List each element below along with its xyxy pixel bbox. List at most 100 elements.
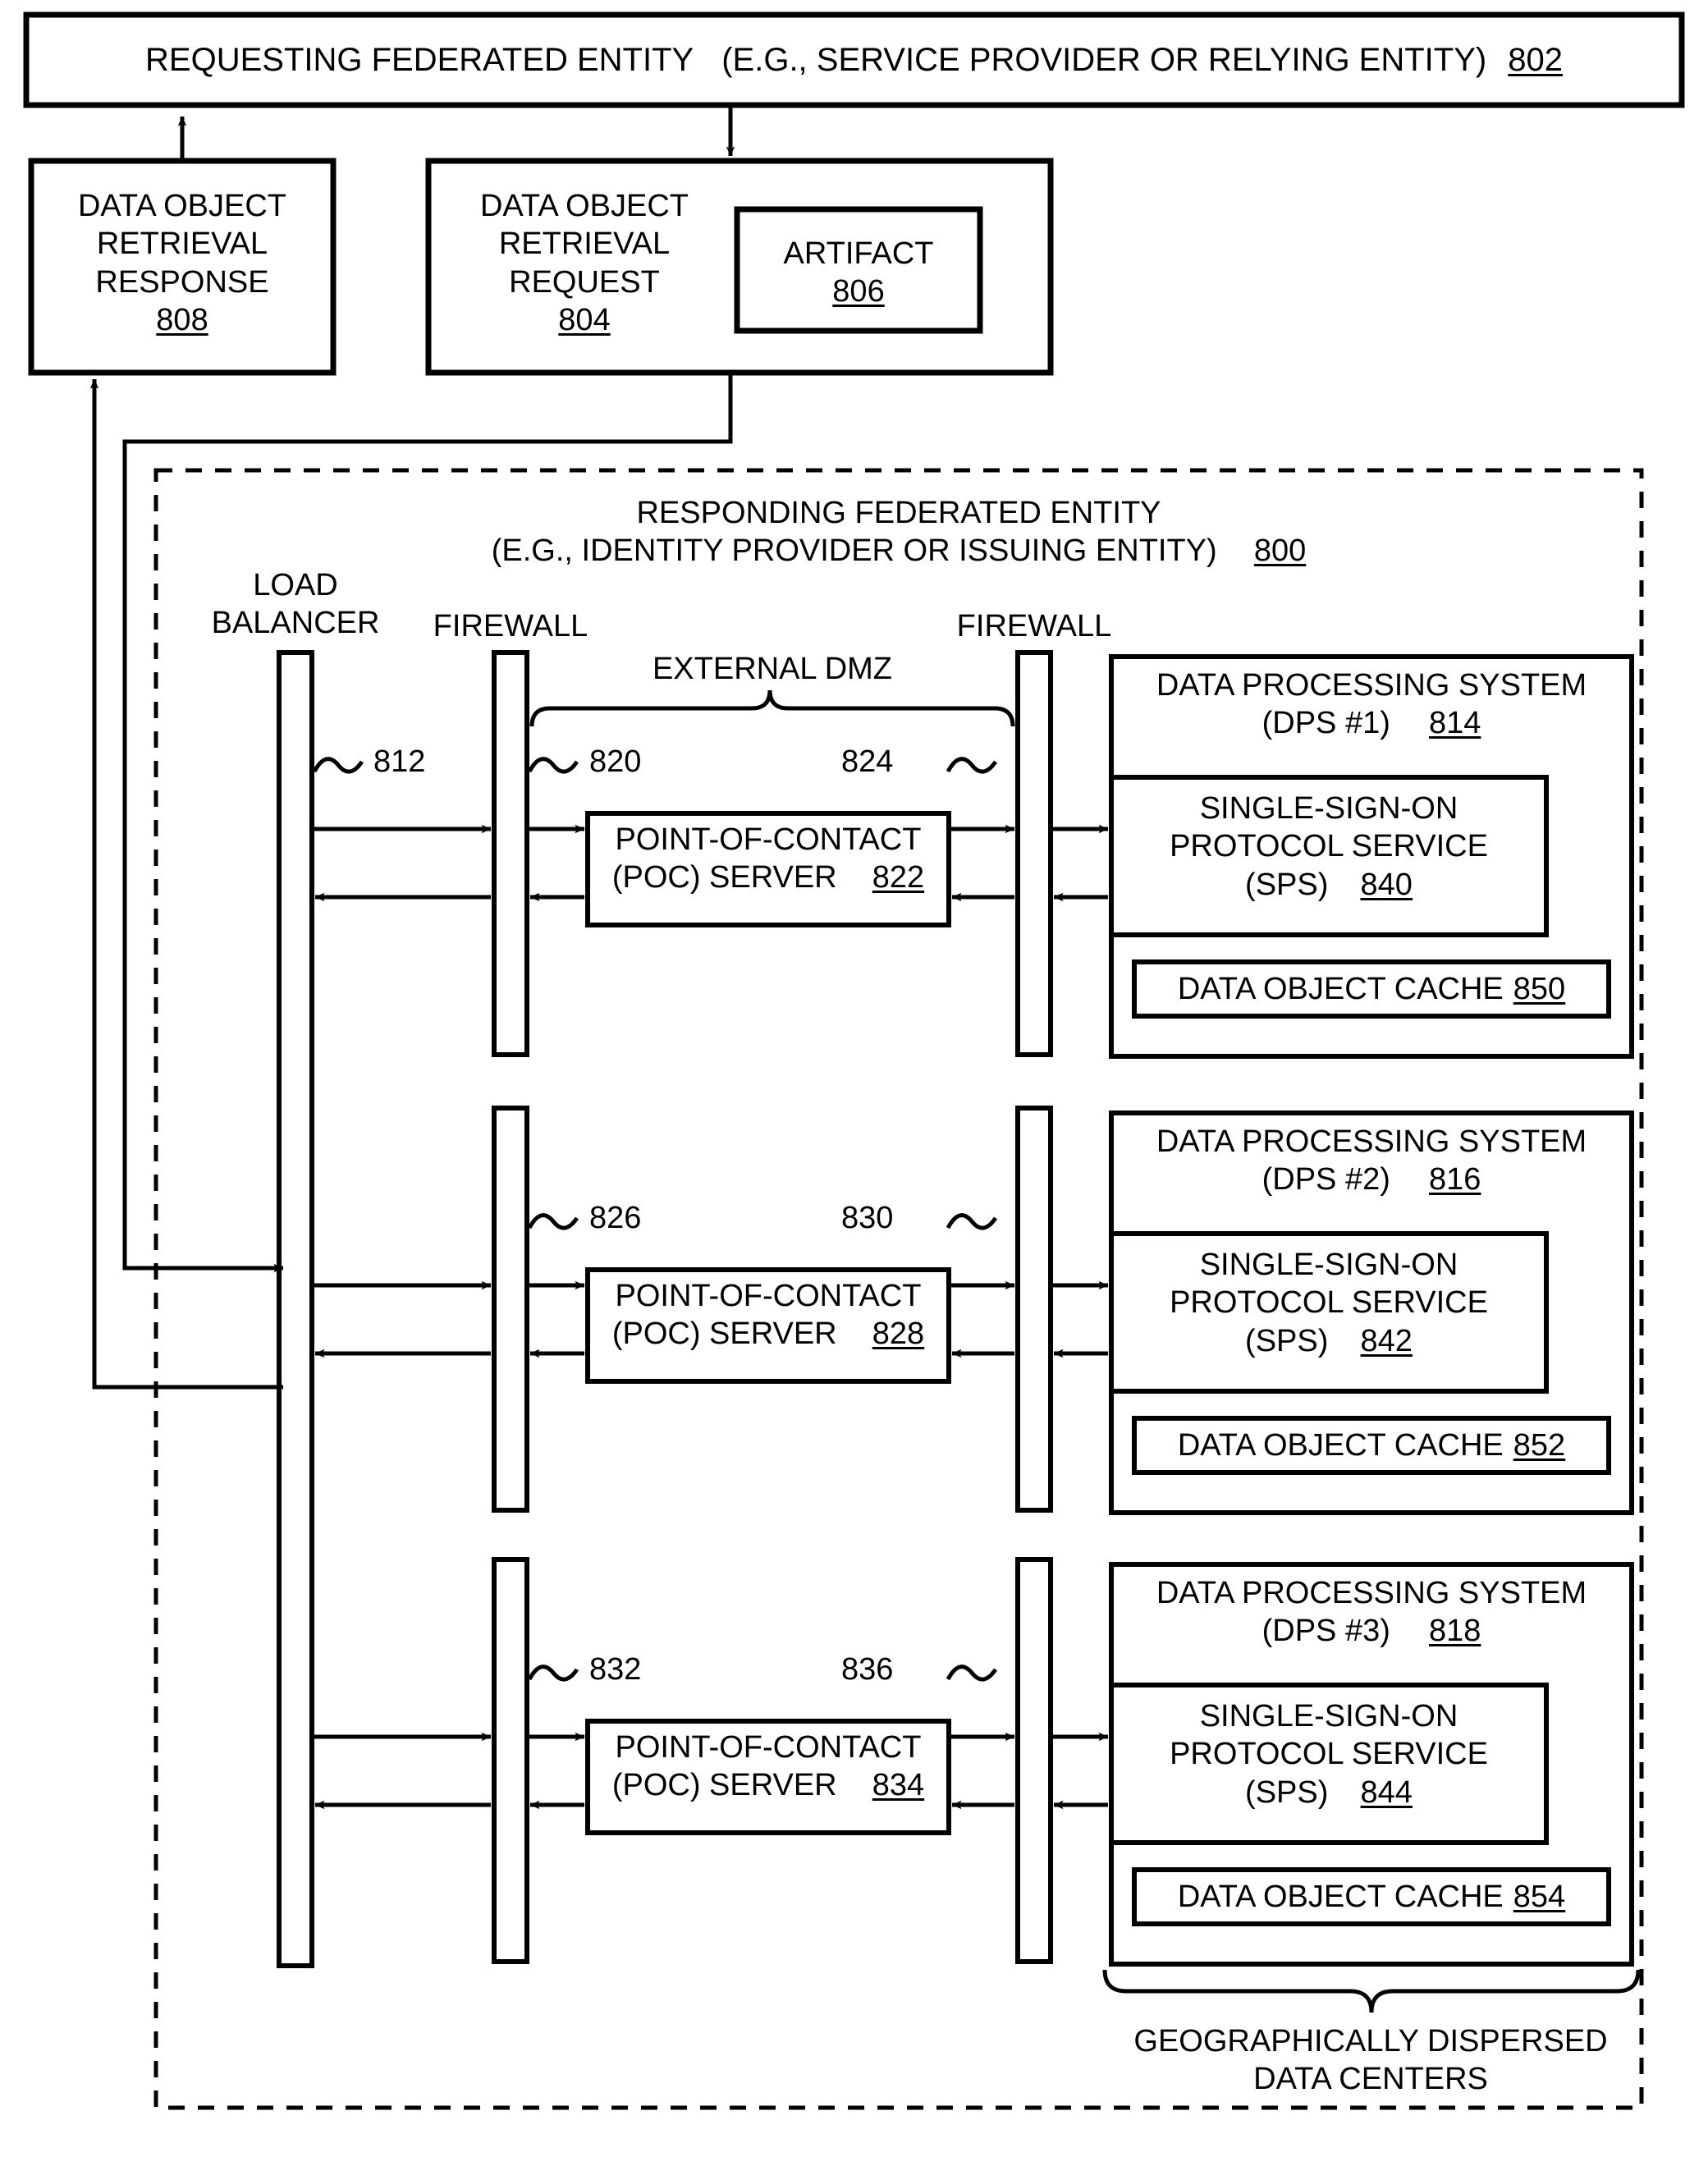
firewall-left-bar-row3 — [492, 1557, 529, 1964]
requesting-entity-title: REQUESTING FEDERATED ENTITY (E.G., SERVI… — [26, 15, 1682, 105]
sps-row2-line1: SINGLE-SIGN-ON — [1199, 1248, 1458, 1282]
ref-830: 830 — [841, 1199, 940, 1237]
sps-row2-line3: (SPS) — [1245, 1323, 1329, 1358]
dmz-label-text: EXTERNAL DMZ — [652, 652, 893, 686]
ref-832-text: 832 — [589, 1652, 642, 1687]
sps-row2-line2: PROTOCOL SERVICE — [1170, 1285, 1488, 1321]
dps-row2-line2: (DPS #2) — [1262, 1162, 1390, 1197]
dmz-label: EXTERNAL DMZ — [532, 650, 1013, 688]
squiggle-830 — [946, 1213, 998, 1230]
firewall-left-label: FIREWALL — [371, 607, 650, 645]
cache-label-row1: DATA OBJECT CACHE 850 — [1134, 962, 1609, 1016]
squiggle-836 — [946, 1665, 998, 1682]
cache-row3-label: DATA OBJECT CACHE — [1177, 1879, 1504, 1914]
poc-label-row1: POINT-OF-CONTACT (POC) SERVER 822 — [588, 821, 949, 897]
dps-row2-ref: 816 — [1429, 1162, 1481, 1197]
firewall-right-label: FIREWALL — [895, 607, 1174, 645]
datacenters-line2: DATA CENTERS — [1253, 2062, 1488, 2097]
squiggle-832 — [527, 1665, 579, 1682]
dps-label-row2: DATA PROCESSING SYSTEM (DPS #2) 816 — [1111, 1123, 1632, 1199]
sps-row1-ref: 840 — [1360, 867, 1413, 902]
poc-row1-line2: (POC) SERVER — [611, 860, 837, 895]
response-box-line1: DATA OBJECT — [77, 189, 287, 223]
ref-812-text: 812 — [373, 744, 426, 779]
sps-label-row3: SINGLE-SIGN-ON PROTOCOL SERVICE (SPS) 84… — [1111, 1697, 1546, 1811]
patent-figure: REQUESTING FEDERATED ENTITY (E.G., SERVI… — [0, 0, 1708, 2166]
cache-row3-ref: 854 — [1513, 1879, 1566, 1914]
firewall-right-bar-row1 — [1015, 650, 1053, 1057]
squiggle-812 — [312, 757, 364, 774]
responding-entity-title: RESPONDING FEDERATED ENTITY (E.G., IDENT… — [156, 494, 1642, 570]
requesting-entity-subtitle-text: (E.G., SERVICE PROVIDER OR RELYING ENTIT… — [721, 41, 1487, 78]
cache-label-row2: DATA OBJECT CACHE 852 — [1134, 1418, 1609, 1472]
response-box-line2: RETRIEVAL — [96, 227, 268, 262]
cache-label-row3: DATA OBJECT CACHE 854 — [1134, 1870, 1609, 1924]
sps-row3-line3: (SPS) — [1245, 1774, 1329, 1810]
request-box-label: DATA OBJECT RETRIEVAL REQUEST 804 — [443, 187, 726, 339]
poc-row1-line1: POINT-OF-CONTACT — [615, 822, 922, 857]
responding-entity-subtitle-text: (E.G., IDENTITY PROVIDER OR ISSUING ENTI… — [491, 533, 1217, 569]
squiggle-824 — [946, 757, 998, 774]
sps-row1-line1: SINGLE-SIGN-ON — [1199, 791, 1458, 826]
sps-label-row2: SINGLE-SIGN-ON PROTOCOL SERVICE (SPS) 84… — [1111, 1246, 1546, 1360]
ref-820: 820 — [589, 743, 688, 781]
artifact-box-label: ARTIFACT 806 — [737, 235, 980, 311]
datacenters-line1: GEOGRAPHICALLY DISPERSED — [1133, 2024, 1608, 2058]
firewall-left-bar-row1 — [492, 650, 529, 1057]
poc-row3-ref: 834 — [872, 1768, 925, 1803]
ref-836-text: 836 — [841, 1652, 894, 1687]
sps-row1-line3: (SPS) — [1245, 867, 1329, 902]
request-box-line3: REQUEST — [509, 264, 660, 300]
dps-label-row3: DATA PROCESSING SYSTEM (DPS #3) 818 — [1111, 1574, 1632, 1651]
firewall-right-label-text: FIREWALL — [956, 609, 1112, 643]
request-box-ref: 804 — [558, 303, 611, 338]
dps-row1-ref: 814 — [1429, 706, 1481, 741]
sps-row2-ref: 842 — [1360, 1323, 1413, 1358]
firewall-left-bar-row2 — [492, 1106, 529, 1513]
poc-row2-line2: (POC) SERVER — [611, 1317, 837, 1352]
dps-row2-line1: DATA PROCESSING SYSTEM — [1156, 1124, 1587, 1159]
responding-entity-title-text: RESPONDING FEDERATED ENTITY — [636, 496, 1161, 530]
cache-row2-ref: 852 — [1513, 1427, 1566, 1463]
sps-row3-ref: 844 — [1360, 1774, 1413, 1810]
ref-824: 824 — [841, 743, 940, 781]
poc-row3-line2: (POC) SERVER — [611, 1768, 837, 1803]
load-balancer-line1: LOAD — [253, 568, 338, 602]
ref-826: 826 — [589, 1199, 688, 1237]
sps-label-row1: SINGLE-SIGN-ON PROTOCOL SERVICE (SPS) 84… — [1111, 790, 1546, 904]
ref-836: 836 — [841, 1651, 940, 1688]
artifact-label: ARTIFACT — [783, 236, 934, 271]
responding-entity-ref: 800 — [1253, 533, 1307, 569]
poc-label-row2: POINT-OF-CONTACT (POC) SERVER 828 — [588, 1277, 949, 1353]
response-box-ref: 808 — [156, 303, 208, 338]
squiggle-820 — [527, 757, 579, 774]
request-box-line1: DATA OBJECT — [479, 189, 689, 223]
requesting-entity-ref: 802 — [1508, 41, 1563, 78]
ref-826-text: 826 — [589, 1201, 642, 1235]
firewall-right-bar-row2 — [1015, 1106, 1053, 1513]
response-box-line3: RESPONSE — [95, 264, 269, 300]
poc-label-row3: POINT-OF-CONTACT (POC) SERVER 834 — [588, 1729, 949, 1805]
dps-row1-line1: DATA PROCESSING SYSTEM — [1156, 668, 1587, 703]
ref-832: 832 — [589, 1651, 688, 1688]
ref-812: 812 — [373, 743, 472, 781]
dps-row3-line2: (DPS #3) — [1262, 1614, 1390, 1649]
response-box-label: DATA OBJECT RETRIEVAL RESPONSE 808 — [31, 187, 333, 339]
datacenters-brace — [1102, 1969, 1641, 2013]
cache-row1-label: DATA OBJECT CACHE — [1177, 971, 1504, 1006]
cache-row1-ref: 850 — [1513, 971, 1566, 1006]
cache-row2-label: DATA OBJECT CACHE — [1177, 1427, 1504, 1463]
sps-row1-line2: PROTOCOL SERVICE — [1170, 829, 1488, 864]
dps-label-row1: DATA PROCESSING SYSTEM (DPS #1) 814 — [1111, 666, 1632, 743]
dmz-brace — [529, 689, 1015, 727]
dps-row1-line2: (DPS #1) — [1262, 706, 1390, 741]
sps-row3-line1: SINGLE-SIGN-ON — [1199, 1699, 1458, 1733]
ref-824-text: 824 — [841, 744, 894, 779]
requesting-entity-title-text: REQUESTING FEDERATED ENTITY — [145, 41, 694, 78]
squiggle-826 — [527, 1213, 579, 1230]
artifact-ref: 806 — [832, 274, 885, 309]
dps-row3-ref: 818 — [1429, 1614, 1481, 1649]
poc-row2-line1: POINT-OF-CONTACT — [615, 1279, 922, 1313]
datacenters-label: GEOGRAPHICALLY DISPERSED DATA CENTERS — [1092, 2022, 1650, 2099]
request-box-line2: RETRIEVAL — [498, 227, 671, 262]
